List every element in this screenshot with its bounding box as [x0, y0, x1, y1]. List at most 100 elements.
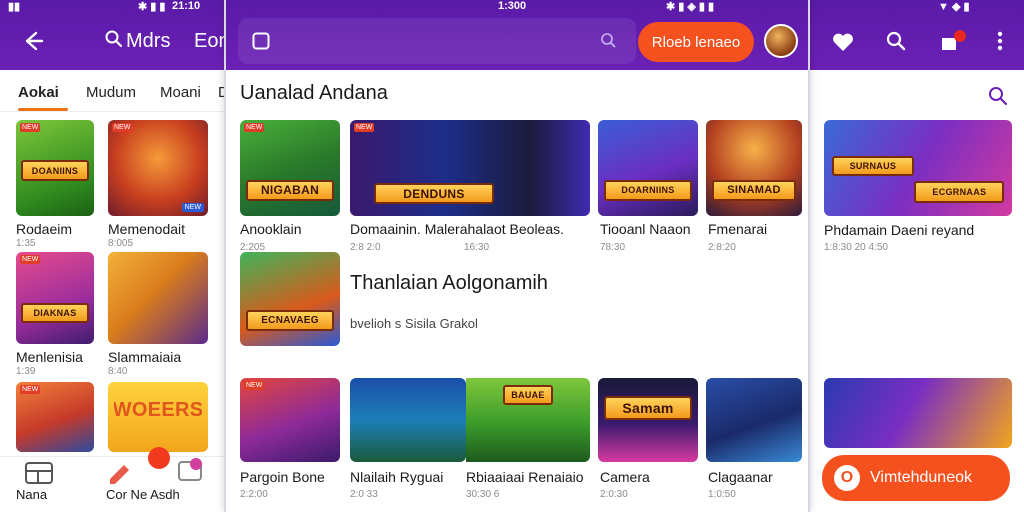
game-label: Anooklain	[240, 221, 302, 237]
more-vert-icon[interactable]	[996, 30, 1004, 52]
active-tab-indicator	[18, 108, 68, 111]
new-tag: NEW	[354, 123, 375, 132]
game-thumb-heroes[interactable]	[824, 378, 1012, 448]
game-sub: 2:8:20	[708, 242, 736, 253]
game-label: Rbiaaiaai Renaiaio	[466, 469, 584, 485]
game-banner: DOANIINS	[20, 160, 90, 182]
game-thumb-nlailaih[interactable]	[350, 378, 466, 462]
new-tag: NEW	[20, 385, 41, 394]
left-bottom-nav: Nana Cor Ne Asdh	[0, 447, 224, 512]
right-app-bar: ▼ ◆ ▮	[810, 0, 1024, 70]
search-icon[interactable]	[988, 86, 1008, 106]
fab-icon: O	[834, 465, 860, 491]
left-app-bar: ▮▮ ✱ ▮ ▮ 21:10 Mdrs Eon	[0, 0, 224, 70]
store-icon[interactable]	[24, 461, 54, 485]
game-label: Tiooanl Naaon	[600, 221, 691, 237]
featured-thumb[interactable]: ECNAVAEG	[240, 252, 340, 346]
new-tag: NEW	[244, 381, 265, 390]
game-sub: 78:30	[600, 242, 626, 253]
game-label: Camera	[600, 469, 650, 485]
search-icon[interactable]	[600, 32, 618, 50]
nav-label[interactable]: Cor Ne Asdh	[106, 487, 180, 502]
status-time: 1:300	[498, 0, 527, 12]
game-label: Fmenarai	[708, 221, 768, 237]
featured-title: Thanlaian Aolgonamih	[350, 272, 548, 294]
game-thumb-nana[interactable]: NEW	[16, 382, 94, 452]
game-thumb-rbiaaiaai[interactable]: BAUAE	[466, 378, 590, 462]
game-banner: BAUAE	[503, 384, 553, 405]
game-banner: SURNAUS	[831, 156, 915, 176]
nav-label[interactable]: Nana	[16, 487, 47, 502]
cta-button[interactable]: Rloeb lenaeo	[638, 22, 754, 62]
game-sub: 1:0:50	[708, 489, 736, 500]
game-sub: 8:005	[108, 238, 134, 249]
game-label: Memenodait	[108, 221, 186, 237]
search-icon[interactable]	[886, 31, 906, 51]
tab-aokai[interactable]: Aokai	[18, 84, 59, 101]
new-tag: NEW	[20, 255, 41, 264]
new-badge: NEW	[181, 203, 204, 212]
share-icon[interactable]	[176, 457, 206, 483]
game-banner: ECGRNAAS	[914, 181, 1005, 203]
tab-mudum[interactable]: Mudum	[86, 84, 136, 101]
game-banner: DIAKNAS	[20, 302, 90, 323]
mid-app-bar: 1:300 ✱ ▮ ◈ ▮ ▮ Rloeb lenaeo	[226, 0, 808, 70]
game-sub: 1:39	[16, 366, 36, 377]
search-icon[interactable]	[105, 30, 123, 48]
game-thumb-anooklain[interactable]: NEW NIGABAN	[240, 120, 340, 216]
game-thumb-slammaiaia[interactable]	[108, 252, 208, 344]
game-thumb-woeers[interactable]: WOEERS	[108, 382, 208, 452]
right-panel: ▼ ◆ ▮ SURNAUS ECGRNAAS Phdamain Daeni re…	[810, 0, 1024, 512]
back-arrow-icon[interactable]	[22, 30, 44, 52]
checkbox-icon[interactable]	[252, 32, 270, 50]
game-label: Clagaanar	[708, 469, 773, 485]
status-time: 21:10	[172, 0, 201, 12]
game-sub: 1:35	[16, 238, 36, 249]
game-thumb-fmenarai[interactable]: SINAMAD	[706, 120, 802, 216]
left-tab-row: Aokai Mudum Moani D	[0, 70, 224, 112]
game-sub: 8:40	[108, 366, 128, 377]
new-tag: NEW	[20, 123, 41, 132]
game-label: Phdamain Daeni reyand	[824, 222, 975, 238]
game-banner: ECNAVAEG	[246, 310, 334, 331]
game-thumb-memenodait[interactable]: NEW NEW	[108, 120, 208, 216]
game-banner: SINAMAD	[711, 179, 797, 201]
featured-description: bvelioh s Sisila Grakol	[350, 316, 478, 331]
game-thumb-tiooanl[interactable]: DOARNIINS	[598, 120, 698, 216]
game-label: Menlenisia	[16, 349, 83, 365]
fab-button[interactable]: O Vimtehduneok	[822, 455, 1010, 501]
game-banner: NIGABAN	[246, 179, 334, 201]
game-thumb-camera[interactable]: Samam	[598, 378, 698, 462]
game-label: Domaainin. Malerahalaot Beoleas.	[350, 221, 565, 237]
game-banner: DENDUNS	[374, 183, 494, 205]
notifications-icon[interactable]	[938, 30, 966, 52]
status-icons: ✱ ▮ ◈ ▮ ▮	[666, 1, 715, 13]
edit-icon[interactable]	[106, 459, 134, 485]
left-panel: ▮▮ ✱ ▮ ▮ 21:10 Mdrs Eon Aokai Mudum Moan…	[0, 0, 224, 512]
game-label: Pargoin Bone	[240, 469, 325, 485]
heart-icon[interactable]	[832, 32, 854, 52]
right-status-bar: ▼ ◆ ▮	[810, 0, 1024, 14]
search-bar[interactable]	[238, 18, 636, 64]
game-thumb-rodaeim[interactable]: NEW DOANIINS	[16, 120, 94, 216]
section-title: Uanalad Andana	[240, 82, 388, 104]
new-tag: NEW	[244, 123, 265, 132]
game-thumb-domaainin[interactable]: NEW DENDUNS	[350, 120, 590, 216]
tab-moani[interactable]: Moani	[160, 84, 201, 101]
game-label: Slammaiaia	[108, 349, 182, 365]
game-thumb-menlenisia[interactable]: NEW DIAKNAS	[16, 252, 94, 344]
notification-dot	[148, 447, 170, 469]
game-thumb-clagaanar[interactable]	[706, 378, 802, 462]
left-status-bar: ▮▮ ✱ ▮ ▮ 21:10	[0, 0, 224, 14]
game-thumb-pargoin[interactable]: NEW	[240, 378, 340, 462]
game-sub: 2:2:00	[240, 489, 268, 500]
game-sub: 2:8 2:0	[350, 242, 381, 253]
game-label: Nlailaih Ryguai	[350, 469, 444, 485]
signal-icon: ▮▮	[8, 1, 21, 13]
game-banner: DOARNIINS	[604, 179, 692, 201]
status-icons: ▼ ◆ ▮	[938, 1, 970, 13]
game-thumb-phdamain[interactable]: SURNAUS ECGRNAAS	[824, 120, 1012, 216]
game-label: Rodaeim	[16, 221, 73, 237]
game-sub: 2:0:30	[600, 489, 628, 500]
avatar[interactable]	[764, 24, 798, 58]
